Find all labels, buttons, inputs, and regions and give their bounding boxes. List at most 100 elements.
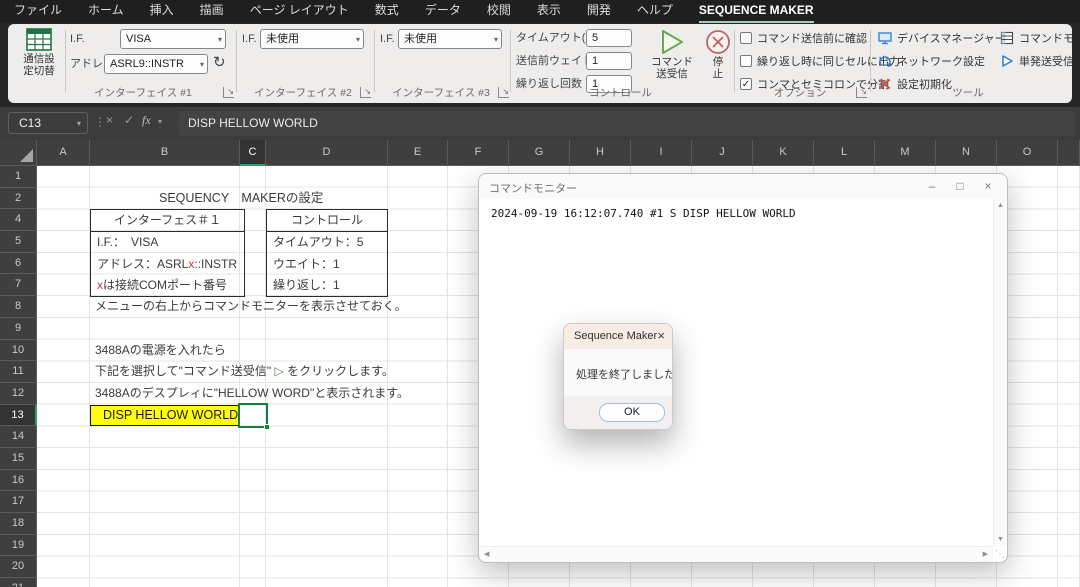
dialog-launcher-icon[interactable]: ↘: [498, 87, 509, 98]
checkbox-icon[interactable]: [740, 55, 752, 67]
row-header-cell[interactable]: 21: [0, 578, 37, 587]
row-header-cell[interactable]: 6: [0, 253, 37, 275]
ok-button[interactable]: OK: [599, 403, 665, 422]
prewait-input[interactable]: 1: [586, 52, 632, 70]
active-cell-selection[interactable]: [238, 403, 268, 428]
column-header-cell[interactable]: E: [388, 140, 448, 166]
if1-select[interactable]: VISA▾: [120, 29, 226, 49]
scroll-right-icon[interactable]: ▶: [983, 550, 988, 558]
maximize-button[interactable]: □: [951, 179, 969, 193]
send-command-label-1: コマンド: [651, 56, 693, 68]
column-header-cell[interactable]: L: [814, 140, 875, 166]
scroll-up-icon[interactable]: ▲: [997, 202, 1004, 209]
column-header-cell[interactable]: K: [753, 140, 814, 166]
select-all-corner[interactable]: [0, 140, 37, 166]
addr1-select[interactable]: ASRL9::INSTR▾: [104, 54, 208, 74]
chevron-down-icon: ▾: [356, 31, 360, 49]
fill-handle[interactable]: [264, 424, 270, 430]
refresh-icon[interactable]: ↻: [213, 53, 226, 71]
column-header-cell[interactable]: N: [936, 140, 997, 166]
name-box[interactable]: C13 ▾: [8, 112, 88, 134]
dialog-launcher-icon[interactable]: ↘: [856, 87, 867, 98]
column-header-cell[interactable]: G: [509, 140, 570, 166]
if3-select[interactable]: 未使用▾: [398, 29, 502, 49]
resize-grip[interactable]: ⋱: [995, 549, 1005, 560]
ribbon-tab[interactable]: 描画: [200, 0, 224, 23]
ribbon-tab[interactable]: ホーム: [88, 0, 124, 23]
ribbon-tab[interactable]: データ: [425, 0, 461, 23]
interface-table-row: アドレス：ASRLx::INSTR: [91, 254, 244, 276]
enter-formula-icon[interactable]: ✓: [124, 113, 134, 127]
ribbon-tab[interactable]: 挿入: [150, 0, 174, 23]
row-header-cell[interactable]: 16: [0, 470, 37, 492]
row-header-cell[interactable]: 5: [0, 231, 37, 253]
ribbon-tab[interactable]: 校閲: [487, 0, 511, 23]
dialog-launcher-icon[interactable]: ↘: [223, 87, 234, 98]
column-header-cell[interactable]: A: [37, 140, 90, 166]
row-header-cell[interactable]: 15: [0, 448, 37, 470]
horizontal-scrollbar[interactable]: ◀ ▶: [479, 546, 993, 562]
cancel-formula-icon[interactable]: ×: [106, 113, 113, 127]
column-header-cell[interactable]: J: [692, 140, 753, 166]
formula-input[interactable]: DISP HELLOW WORLD: [178, 111, 1074, 136]
option-same-cell-output[interactable]: 繰り返し時に同じセルに出力: [740, 53, 900, 69]
row-header-cell[interactable]: 4: [0, 209, 37, 231]
row-header-cell[interactable]: 11: [0, 361, 37, 383]
ribbon-tab[interactable]: ファイル: [14, 0, 62, 23]
row-header-cell[interactable]: 14: [0, 426, 37, 448]
timeout-input[interactable]: 5: [586, 29, 632, 47]
scroll-left-icon[interactable]: ◀: [484, 550, 489, 558]
row-header-cell[interactable]: 7: [0, 274, 37, 296]
column-header-cell[interactable]: [1058, 140, 1080, 166]
ribbon-tab[interactable]: ページ レイアウト: [250, 0, 349, 23]
row-header-cell[interactable]: 19: [0, 535, 37, 557]
row-header-cell[interactable]: 13: [0, 405, 37, 427]
column-header-cell[interactable]: I: [631, 140, 692, 166]
dialog-title: Sequence Maker: [574, 330, 657, 342]
column-header-cell[interactable]: O: [997, 140, 1058, 166]
ribbon-tab[interactable]: 表示: [537, 0, 561, 23]
vertical-scrollbar[interactable]: ▲ ▼: [993, 199, 1007, 546]
dialog-launcher-icon[interactable]: ↘: [360, 87, 371, 98]
row-header-cell[interactable]: 8: [0, 296, 37, 318]
row-header-cell[interactable]: 9: [0, 318, 37, 340]
comm-settings-button[interactable]: 通信設 定切替: [14, 27, 64, 77]
network-settings-button[interactable]: ネットワーク設定: [878, 53, 985, 69]
monitor-title-bar[interactable]: コマンドモニター – □ ×: [479, 174, 1007, 199]
column-header-cell[interactable]: M: [875, 140, 936, 166]
insert-function-icon[interactable]: fx: [142, 113, 151, 128]
ribbon-tab[interactable]: 数式: [375, 0, 399, 23]
single-send-button[interactable]: 単発送受信: [1000, 53, 1072, 69]
column-header-cell[interactable]: D: [266, 140, 388, 166]
close-button[interactable]: ×: [979, 179, 997, 193]
column-header-cell[interactable]: F: [448, 140, 509, 166]
row-header-cell[interactable]: 20: [0, 556, 37, 578]
column-header-cell[interactable]: C: [240, 140, 266, 166]
minimize-button[interactable]: –: [923, 179, 941, 193]
stop-label-2: 止: [713, 68, 724, 80]
row-header-cell[interactable]: 12: [0, 383, 37, 405]
option-confirm-before-send[interactable]: コマンド送信前に確認: [740, 30, 867, 46]
row-header-cell[interactable]: 17: [0, 491, 37, 513]
close-icon[interactable]: ×: [657, 328, 665, 343]
ribbon-tab[interactable]: ヘルプ: [637, 0, 673, 23]
ribbon-tab[interactable]: SEQUENCE MAKER: [699, 0, 814, 23]
comm-settings-label-1: 通信設: [23, 53, 55, 65]
stop-button[interactable]: 停 止: [704, 28, 732, 80]
if2-select[interactable]: 未使用▾: [260, 29, 364, 49]
send-command-button[interactable]: コマンド 送受信: [644, 28, 700, 80]
row-header-cell[interactable]: 1: [0, 166, 37, 188]
cell-b13-highlighted[interactable]: DISP HELLOW WORLD: [90, 405, 240, 427]
command-monitor-button[interactable]: コマンドモニター: [1000, 30, 1072, 46]
device-manager-button[interactable]: デバイスマネージャー: [878, 30, 1006, 46]
row-header-cell[interactable]: 2: [0, 188, 37, 210]
row-header-cell[interactable]: 10: [0, 340, 37, 362]
column-header-cell[interactable]: B: [90, 140, 240, 166]
row-header-cell[interactable]: 18: [0, 513, 37, 535]
column-header-cell[interactable]: H: [570, 140, 631, 166]
dialog-title-bar[interactable]: Sequence Maker ×: [564, 324, 672, 349]
play-icon: [657, 28, 687, 56]
scroll-down-icon[interactable]: ▼: [997, 536, 1004, 543]
ribbon-tab[interactable]: 開発: [587, 0, 611, 23]
checkbox-icon[interactable]: [740, 32, 752, 44]
